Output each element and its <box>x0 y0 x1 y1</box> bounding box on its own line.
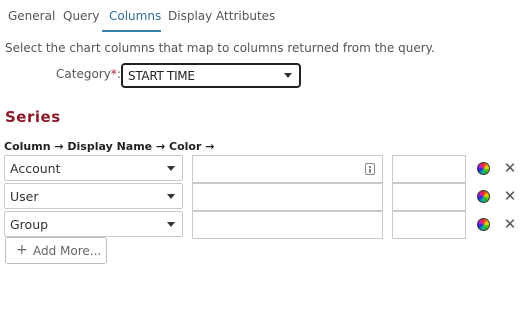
close-icon[interactable]: ✕ <box>503 159 517 177</box>
category-label: Category*: <box>56 67 121 81</box>
series-section-title: Series <box>5 108 61 126</box>
tab-display-attributes[interactable]: Display Attributes <box>168 9 275 23</box>
series-column-value: User <box>10 189 39 204</box>
display-name-input[interactable] <box>192 155 383 183</box>
category-select[interactable]: START TIME <box>121 63 301 88</box>
color-wheel-icon[interactable] <box>477 218 490 231</box>
color-wheel-icon[interactable] <box>477 162 490 175</box>
series-row: Account ✕ <box>0 155 530 183</box>
category-select-value: START TIME <box>128 69 195 83</box>
chevron-down-icon <box>284 73 292 78</box>
display-name-input[interactable] <box>192 183 383 211</box>
instructions-text: Select the chart columns that map to col… <box>5 41 435 55</box>
series-column-value: Account <box>10 161 61 176</box>
tab-bar: General Query Columns Display Attributes <box>0 0 530 33</box>
series-column-select[interactable]: User <box>4 183 183 209</box>
close-icon[interactable]: ✕ <box>503 215 517 233</box>
tab-query[interactable]: Query <box>63 9 99 23</box>
series-column-value: Group <box>10 217 49 232</box>
series-column-header: Column → Display Name → Color → <box>4 140 215 153</box>
series-row: Group ✕ <box>0 211 530 239</box>
color-wheel-icon[interactable] <box>477 190 490 203</box>
series-row: User ✕ <box>0 183 530 211</box>
category-label-text: Category <box>56 67 111 81</box>
active-tab-indicator <box>102 30 161 32</box>
plus-icon: + <box>16 242 28 258</box>
series-column-select[interactable]: Group <box>4 211 183 237</box>
color-input[interactable] <box>392 211 466 239</box>
close-icon[interactable]: ✕ <box>503 187 517 205</box>
chevron-down-icon <box>167 166 175 171</box>
add-more-label: Add More... <box>33 244 102 258</box>
chevron-down-icon <box>167 194 175 199</box>
add-more-button[interactable]: + Add More... <box>5 237 107 264</box>
tab-general[interactable]: General <box>8 9 55 23</box>
chevron-down-icon <box>167 222 175 227</box>
color-input[interactable] <box>392 155 466 183</box>
info-card-icon <box>365 163 375 175</box>
display-name-input[interactable] <box>192 211 383 239</box>
tab-columns[interactable]: Columns <box>109 9 161 23</box>
color-input[interactable] <box>392 183 466 211</box>
series-column-select[interactable]: Account <box>4 155 183 181</box>
